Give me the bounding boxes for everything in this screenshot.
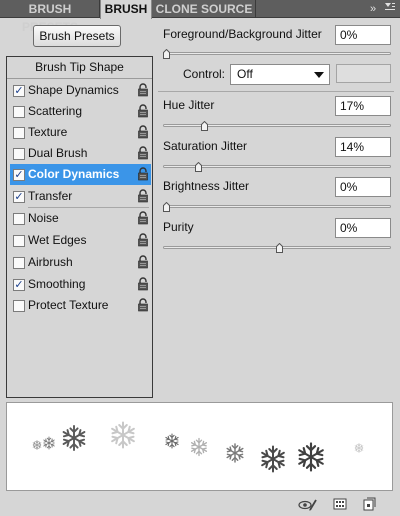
lock-icon[interactable] (137, 189, 149, 203)
lock-icon[interactable] (137, 146, 149, 160)
control-select[interactable]: Off (230, 64, 330, 85)
tab-clone-source[interactable]: Clone Source (154, 0, 254, 18)
list-item[interactable]: Noise (10, 208, 151, 229)
lock-icon[interactable] (137, 104, 149, 118)
checkbox[interactable] (13, 213, 25, 225)
lock-icon[interactable] (137, 298, 149, 312)
list-item[interactable]: Protect Texture (10, 295, 151, 316)
list-item[interactable]: ✓ Smoothing (10, 274, 151, 295)
list-item[interactable]: ✓ Transfer (10, 186, 151, 208)
lock-icon[interactable] (137, 255, 149, 269)
brightness-jitter-slider[interactable] (163, 201, 391, 212)
tab-brush[interactable]: Brush (100, 0, 152, 19)
toggle-live-tip-preview-icon[interactable] (298, 497, 317, 513)
purity-label: Purity (163, 220, 194, 234)
saturation-jitter-slider[interactable] (163, 161, 391, 172)
checkbox[interactable] (13, 106, 25, 118)
slider-thumb[interactable] (163, 201, 170, 212)
collapse-icon[interactable]: » (366, 0, 380, 18)
lock-icon[interactable] (137, 233, 149, 247)
create-new-preset-icon[interactable] (333, 497, 349, 513)
panel-tab-bar: Brush Presets Brush Clone Source » (0, 0, 400, 34)
checkbox[interactable]: ✓ (13, 85, 25, 97)
checkbox[interactable] (13, 257, 25, 269)
saturation-jitter-label: Saturation Jitter (163, 139, 248, 153)
slider-thumb[interactable] (201, 120, 209, 131)
list-item-label: Scattering (28, 104, 83, 118)
list-item-label: Color Dynamics (28, 167, 120, 181)
control-fade-field (336, 64, 391, 83)
tab-separator (255, 0, 256, 18)
control-select-value: Off (237, 67, 253, 81)
control-label: Control: (183, 67, 226, 81)
list-item-label: Protect Texture (28, 298, 109, 312)
lock-icon[interactable] (137, 277, 149, 291)
panel-bottom-toolbar (0, 494, 400, 516)
hue-jitter-slider[interactable] (163, 120, 391, 131)
list-item-label: Dual Brush (28, 146, 88, 160)
checkbox[interactable]: ✓ (13, 169, 25, 181)
brush-options-list: Brush Tip Shape ✓ Shape Dynamics Scatterin… (6, 56, 153, 398)
checkbox[interactable] (13, 148, 25, 160)
checkbox[interactable] (13, 127, 25, 139)
hue-jitter-field[interactable]: 17% (335, 96, 391, 116)
hue-jitter-label: Hue Jitter (163, 98, 215, 112)
brush-tip-shape-item[interactable]: Brush Tip Shape (7, 57, 152, 79)
tab-brush-presets[interactable]: Brush Presets (2, 0, 98, 34)
fg-bg-jitter-field[interactable]: 0% (335, 25, 391, 45)
checkbox[interactable] (13, 300, 25, 312)
snowflake-stroke-preview (32, 421, 364, 473)
list-item[interactable]: Airbrush (10, 252, 151, 273)
slider-thumb[interactable] (275, 242, 283, 253)
list-item-label: Smoothing (28, 277, 86, 291)
checkbox[interactable] (13, 235, 25, 247)
list-item[interactable]: Dual Brush (10, 143, 151, 164)
list-item-label: Shape Dynamics (28, 83, 119, 97)
list-item[interactable]: Texture (10, 122, 151, 143)
list-item-label: Wet Edges (28, 233, 87, 247)
list-item-label: Airbrush (28, 255, 73, 269)
list-item[interactable]: Scattering (10, 101, 151, 122)
fg-bg-jitter-slider[interactable] (163, 48, 391, 59)
divider (158, 91, 394, 92)
fg-bg-jitter-label: Foreground/Background Jitter (163, 27, 322, 41)
list-item-label: Noise (28, 211, 59, 225)
lock-icon[interactable] (137, 167, 149, 181)
lock-icon[interactable] (137, 83, 149, 97)
panel-menu-icon[interactable] (382, 0, 398, 18)
brush-presets-button[interactable]: Brush Presets (33, 25, 121, 47)
new-brush-icon[interactable] (362, 497, 378, 513)
list-item-label: Texture (28, 125, 68, 139)
brush-stroke-preview (6, 402, 393, 491)
list-item[interactable]: ✓ Shape Dynamics (10, 80, 151, 101)
purity-field[interactable]: 0% (335, 218, 391, 238)
lock-icon[interactable] (137, 211, 149, 225)
purity-slider[interactable] (163, 242, 391, 253)
lock-icon[interactable] (137, 125, 149, 139)
slider-thumb[interactable] (163, 48, 170, 59)
saturation-jitter-field[interactable]: 14% (335, 137, 391, 157)
list-item[interactable]: Wet Edges (10, 230, 151, 251)
list-item[interactable]: ✓ Color Dynamics (10, 164, 151, 185)
brightness-jitter-field[interactable]: 0% (335, 177, 391, 197)
chevron-down-icon (314, 72, 324, 78)
slider-thumb[interactable] (194, 161, 202, 172)
checkbox[interactable]: ✓ (13, 191, 25, 203)
checkbox[interactable]: ✓ (13, 279, 25, 291)
brightness-jitter-label: Brightness Jitter (163, 179, 250, 193)
list-item-label: Transfer (28, 189, 73, 203)
